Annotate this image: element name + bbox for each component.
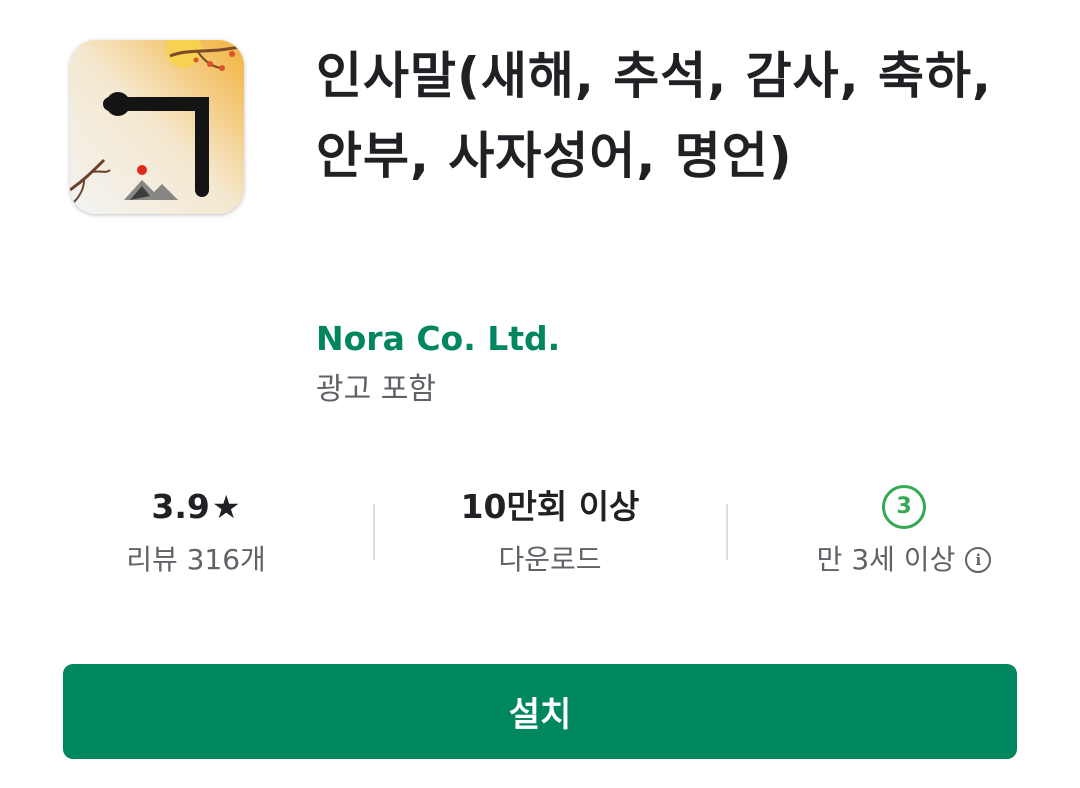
content-rating-row: 만 3세 이상 i [754,538,1054,582]
rating-stat[interactable]: 3.9 ★ 리뷰 316개 [46,482,346,582]
content-rating-stat[interactable]: 3 만 3세 이상 i [754,482,1054,582]
review-count: 리뷰 316개 [126,543,266,576]
stat-divider [373,504,375,560]
age-rating-badge: 3 [882,485,926,529]
content-rating-badge-row: 3 [754,482,1054,532]
info-icon[interactable]: i [965,547,992,573]
app-icon [70,40,244,214]
content-rating-label: 만 3세 이상 [816,543,956,576]
developer-link[interactable]: Nora Co. Ltd. [316,316,560,362]
star-icon: ★ [211,488,241,526]
rating-value-row: 3.9 ★ [46,482,346,532]
app-icon-artwork [70,40,244,214]
app-title: 인사말(새해, 추석, 감사, 축하, 안부, 사자성어, 명언) [316,47,993,185]
downloads-value: 10만회 이상 [460,487,640,526]
rating-value: 3.9 [151,487,210,526]
downloads-stat: 10만회 이상 다운로드 [400,482,700,582]
stat-divider [726,504,728,560]
install-button[interactable]: 설치 [63,664,1017,759]
downloads-label: 다운로드 [498,543,602,576]
ads-note: 광고 포함 [316,372,436,407]
